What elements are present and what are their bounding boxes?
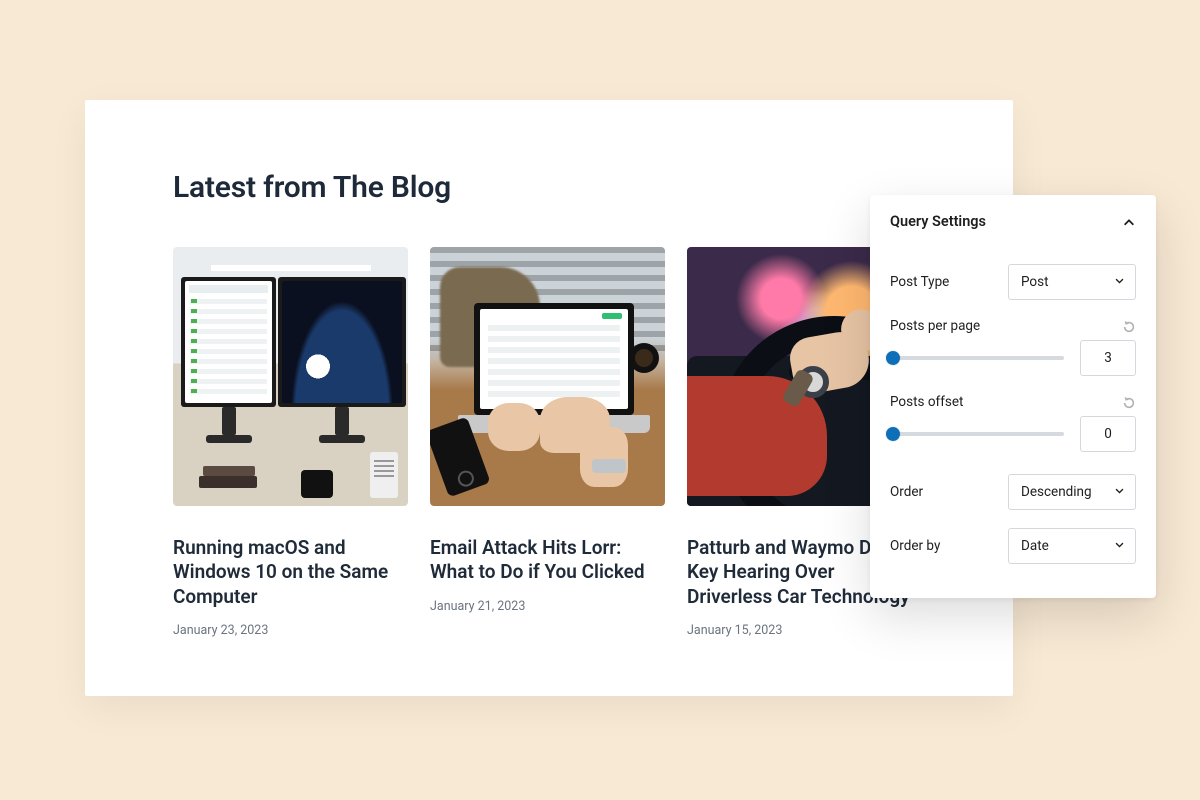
slider-thumb[interactable] [886,351,900,365]
post-thumbnail [173,247,408,506]
posts-per-page-slider[interactable] [890,356,1064,360]
order-value: Descending [1021,484,1092,500]
panel-title: Query Settings [890,213,986,230]
slider-thumb[interactable] [886,427,900,441]
post-type-label: Post Type [890,274,949,290]
post-type-value: Post [1021,274,1049,290]
posts-offset-input[interactable]: 0 [1080,416,1136,452]
post-title: Running macOS and Windows 10 on the Same… [173,536,408,609]
chevron-up-icon [1122,215,1136,229]
post-date: January 21, 2023 [430,599,665,614]
panel-header[interactable]: Query Settings [890,213,1136,252]
section-title: Latest from The Blog [173,170,925,205]
posts-offset-label: Posts offset [890,394,963,410]
posts-per-page-label: Posts per page [890,318,980,334]
order-by-label: Order by [890,538,940,554]
post-date: January 23, 2023 [173,623,408,638]
post-cards: Running macOS and Windows 10 on the Same… [173,247,925,638]
chevron-down-icon [1114,274,1125,290]
query-settings-panel: Query Settings Post Type Post Posts per … [870,195,1156,598]
post-card[interactable]: Email Attack Hits Lorr: What to Do if Yo… [430,247,665,638]
post-date: January 15, 2023 [687,623,922,638]
post-type-select[interactable]: Post [1008,264,1136,300]
posts-per-page-input[interactable]: 3 [1080,340,1136,376]
order-by-select[interactable]: Date [1008,528,1136,564]
reset-icon[interactable] [1122,319,1136,333]
chevron-down-icon [1114,484,1125,500]
order-label: Order [890,484,923,500]
order-by-value: Date [1021,538,1049,554]
posts-offset-slider[interactable] [890,432,1064,436]
post-thumbnail [430,247,665,506]
reset-icon[interactable] [1122,395,1136,409]
post-title: Email Attack Hits Lorr: What to Do if Yo… [430,536,665,585]
chevron-down-icon [1114,538,1125,554]
order-select[interactable]: Descending [1008,474,1136,510]
post-card[interactable]: Running macOS and Windows 10 on the Same… [173,247,408,638]
